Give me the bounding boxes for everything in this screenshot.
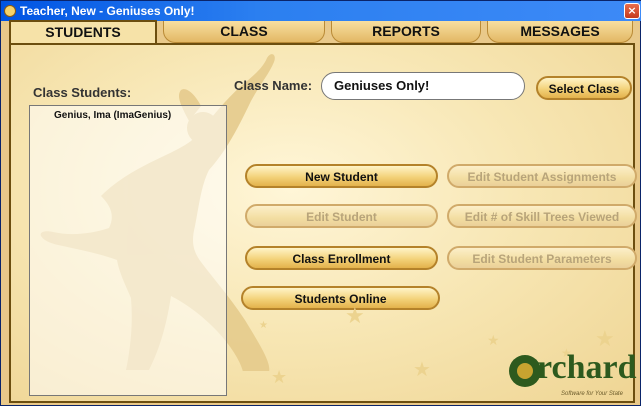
class-name-field[interactable]: Geniuses Only! (321, 72, 525, 100)
app-icon (4, 5, 16, 17)
class-enrollment-button[interactable]: Class Enrollment (245, 246, 438, 270)
class-name-label: Class Name: (234, 78, 313, 93)
class-students-label: Class Students: (33, 85, 132, 100)
title-bar[interactable]: Teacher, New - Geniuses Only! × (1, 1, 641, 21)
select-class-button[interactable]: Select Class (536, 76, 632, 100)
tab-class[interactable]: CLASS (163, 21, 325, 43)
star-icon: ★ (259, 320, 268, 331)
class-students-list[interactable]: Genius, Ima (ImaGenius) (29, 105, 227, 396)
edit-student-button[interactable]: Edit Student (245, 204, 438, 228)
star-icon: ★ (345, 304, 365, 329)
tab-messages[interactable]: MESSAGES (487, 21, 633, 43)
edit-skill-trees-button[interactable]: Edit # of Skill Trees Viewed (447, 204, 637, 228)
close-button[interactable]: × (624, 3, 640, 19)
tab-reports[interactable]: REPORTS (331, 21, 481, 43)
logo-text: rchard (537, 349, 637, 386)
star-icon: ★ (271, 367, 288, 388)
orchard-logo: rchard Software for Your State (509, 341, 639, 403)
new-student-button[interactable]: New Student (245, 164, 438, 188)
app-window: Teacher, New - Geniuses Only! × STUDENTS… (0, 0, 641, 406)
students-online-button[interactable]: Students Online (241, 286, 440, 310)
edit-student-assignments-button[interactable]: Edit Student Assignments (447, 164, 637, 188)
star-icon: ★ (413, 357, 431, 381)
tab-bar: STUDENTS CLASS REPORTS MESSAGES (9, 20, 635, 44)
logo-tagline: Software for Your State (561, 391, 623, 397)
tab-students[interactable]: STUDENTS (9, 20, 157, 44)
list-item[interactable]: Genius, Ima (ImaGenius) (54, 110, 171, 121)
edit-student-parameters-button[interactable]: Edit Student Parameters (447, 246, 637, 270)
star-icon: ★ (487, 333, 500, 349)
window-title: Teacher, New - Geniuses Only! (20, 4, 195, 18)
